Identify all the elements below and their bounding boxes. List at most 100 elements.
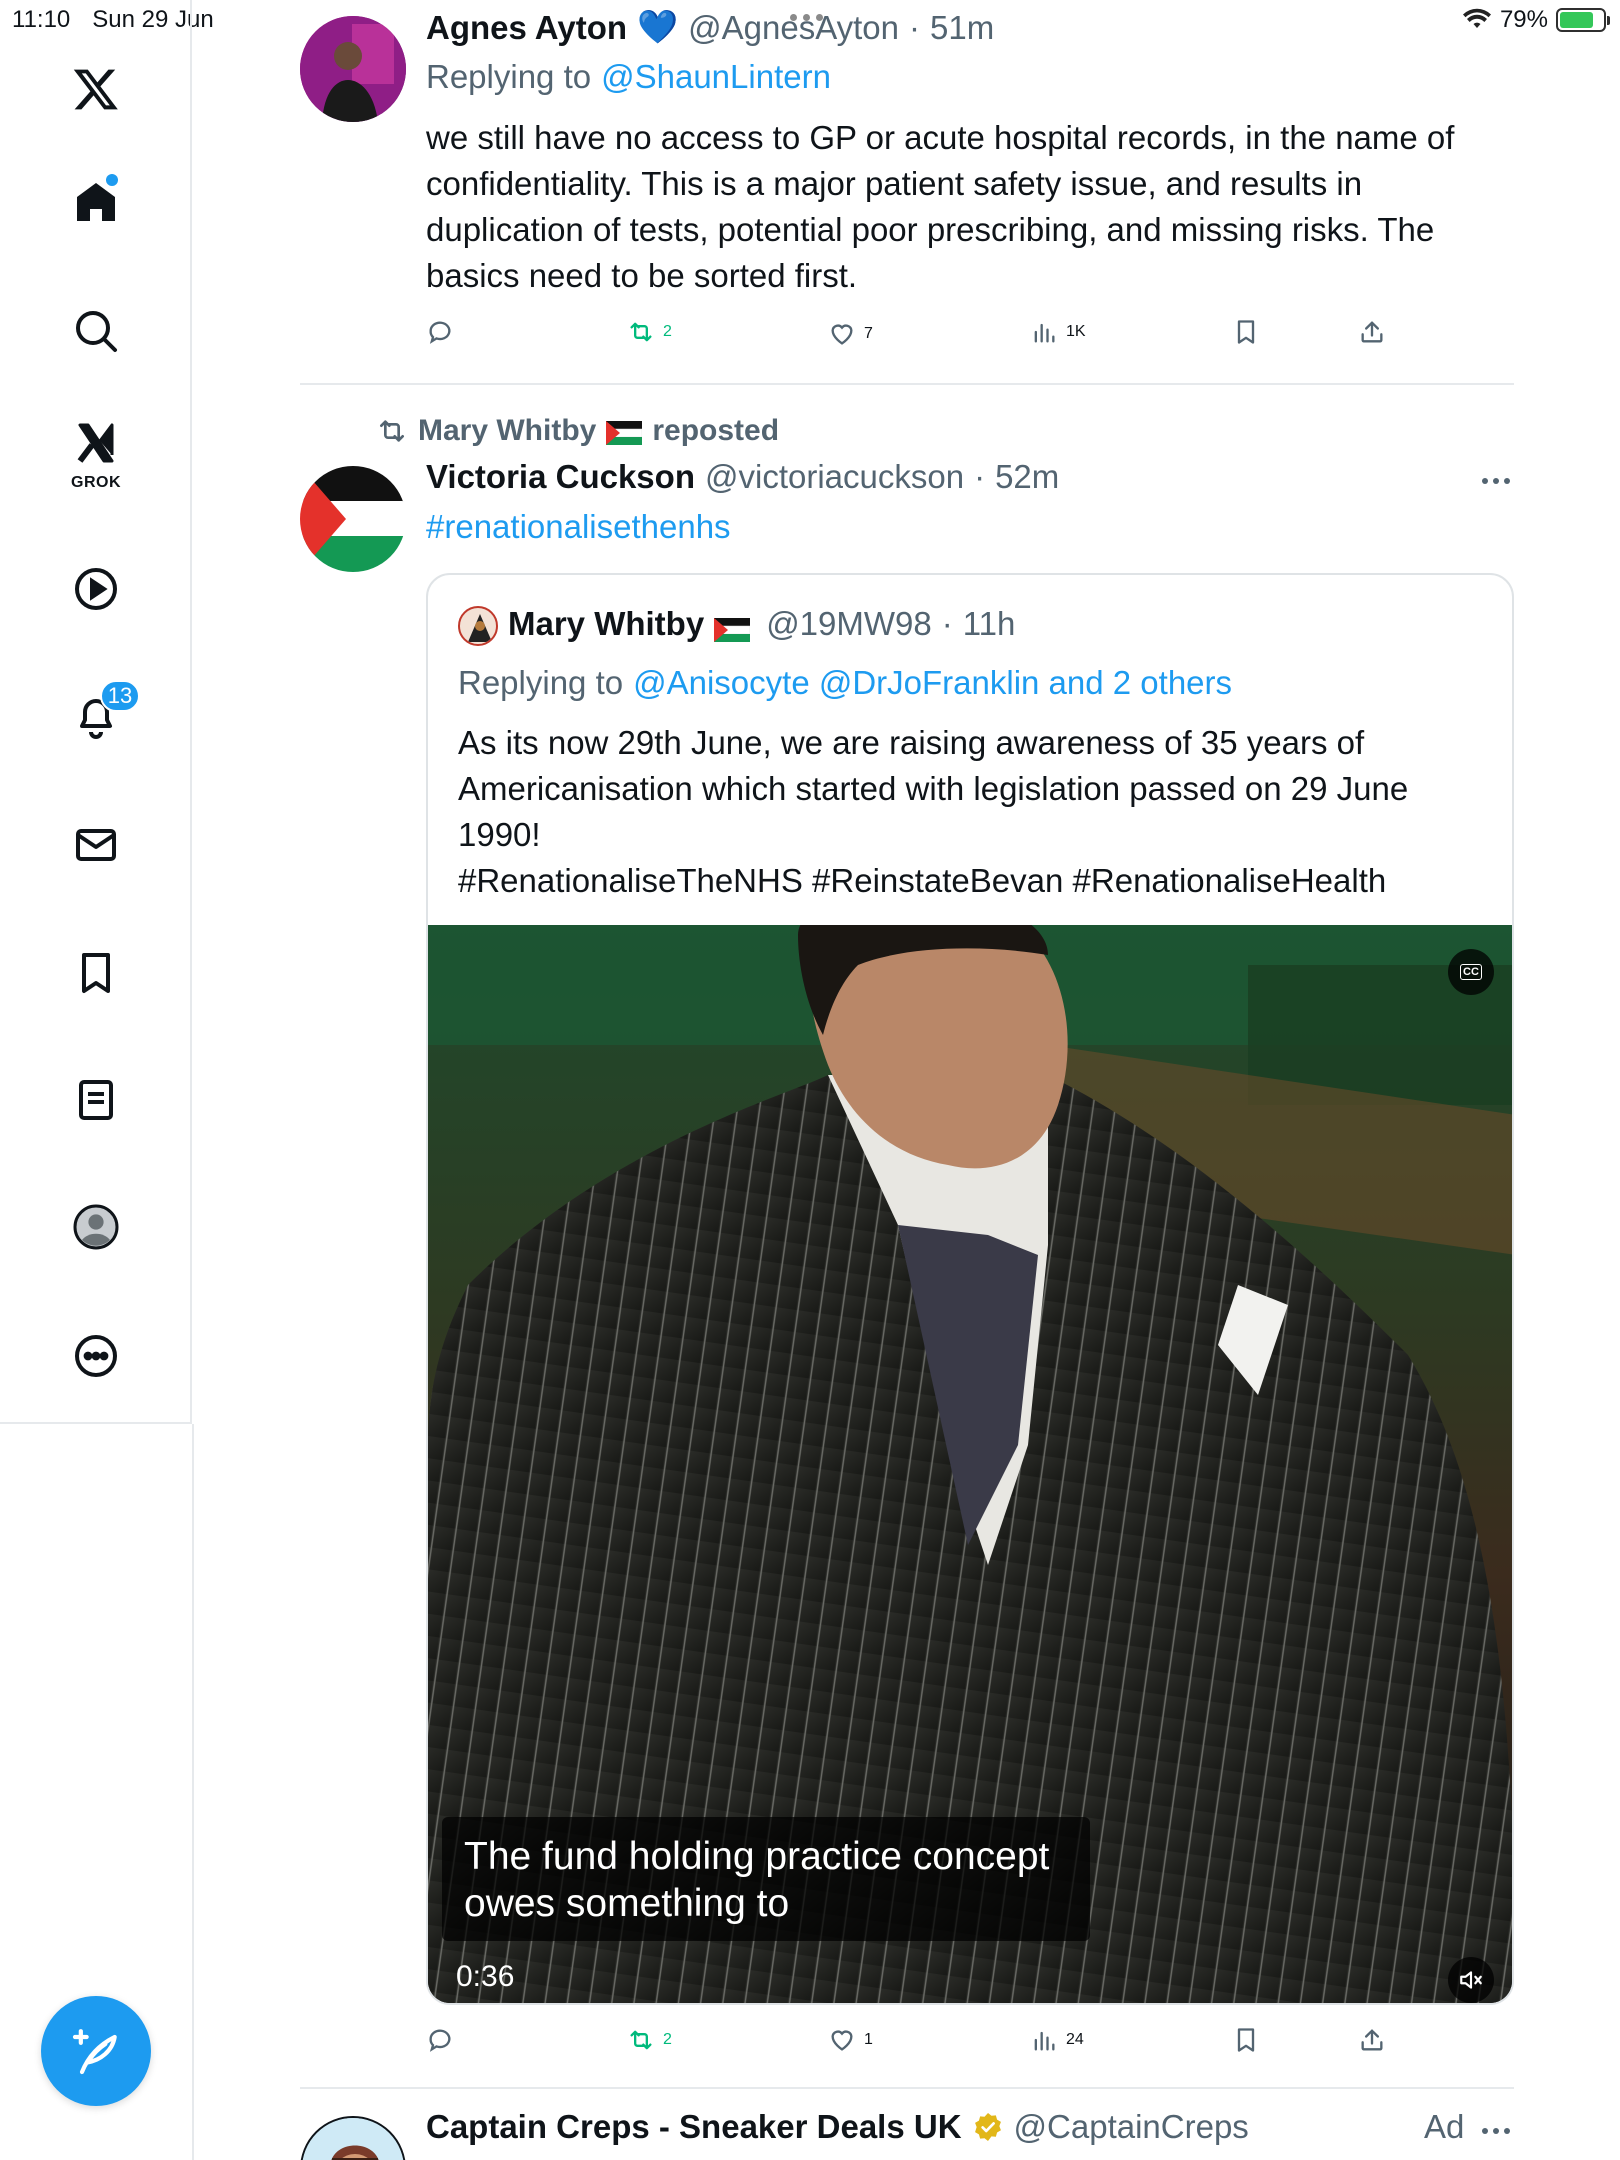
author-handle[interactable]: @AgnesAyton bbox=[688, 9, 899, 47]
author-handle[interactable]: @CaptainCreps bbox=[1014, 2108, 1249, 2146]
views-button[interactable]: 1K bbox=[1030, 318, 1086, 346]
palestine-flag-icon bbox=[713, 612, 751, 642]
tweet-divider bbox=[300, 2087, 1514, 2089]
replying-to-label: Replying to bbox=[458, 664, 624, 701]
home-icon[interactable] bbox=[56, 162, 136, 242]
quoted-tweet-card[interactable]: Mary Whitby @19MW98 · 11h Replying to @A… bbox=[426, 573, 1514, 2005]
bookmarks-icon[interactable] bbox=[56, 933, 136, 1013]
retweet-icon bbox=[630, 2030, 652, 2050]
views-chart-icon bbox=[1034, 2031, 1055, 2051]
like-count: 1 bbox=[864, 2031, 873, 2048]
reply-button[interactable] bbox=[426, 318, 454, 346]
new-posts-dot bbox=[106, 174, 118, 186]
bookmark-button[interactable] bbox=[1232, 318, 1260, 346]
retweet-count: 2 bbox=[663, 323, 672, 340]
bookmark-button[interactable] bbox=[1232, 2026, 1260, 2054]
reply-button[interactable] bbox=[426, 2026, 454, 2054]
like-count: 7 bbox=[864, 325, 873, 342]
reposter-name[interactable]: Mary Whitby bbox=[418, 414, 596, 448]
reply-icon bbox=[429, 321, 451, 344]
video-duration: 0:36 bbox=[456, 1960, 515, 1993]
x-logo-icon[interactable] bbox=[56, 49, 136, 129]
repost-icon bbox=[380, 420, 404, 442]
messages-icon[interactable] bbox=[56, 805, 136, 885]
notifications-badge: 13 bbox=[100, 680, 140, 712]
heart-icon bbox=[831, 2030, 853, 2051]
notifications-icon[interactable]: 13 bbox=[56, 676, 140, 756]
quoted-text-line: As its now 29th June, we are raising awa… bbox=[458, 724, 1365, 761]
quoted-avatar[interactable] bbox=[458, 606, 498, 646]
search-icon[interactable] bbox=[56, 291, 136, 371]
more-icon[interactable] bbox=[56, 1316, 136, 1396]
like-button[interactable]: 7 bbox=[828, 320, 873, 348]
separator: · bbox=[941, 605, 953, 642]
post-time[interactable]: 52m bbox=[995, 458, 1059, 496]
quoted-tweet-text: As its now 29th June, we are raising awa… bbox=[458, 720, 1498, 904]
quoted-author-handle[interactable]: @19MW98 bbox=[766, 605, 932, 643]
cc-label: CC bbox=[1460, 964, 1482, 980]
repost-label: reposted bbox=[652, 414, 780, 447]
more-options-icon[interactable] bbox=[1482, 2128, 1510, 2134]
retweet-button[interactable]: 2 bbox=[627, 318, 672, 346]
palestine-flag-icon bbox=[606, 419, 643, 445]
like-button[interactable]: 1 bbox=[828, 2026, 873, 2054]
retweet-button[interactable]: 2 bbox=[627, 2026, 672, 2054]
avatar[interactable] bbox=[300, 16, 406, 122]
quoted-hashtags[interactable]: #RenationaliseTheNHS #ReinstateBevan #Re… bbox=[458, 858, 1498, 904]
closed-captions-button[interactable]: CC bbox=[1448, 949, 1494, 995]
caption-line: owes something to bbox=[464, 1882, 790, 1925]
reply-icon bbox=[429, 2029, 451, 2052]
grok-label: GROK bbox=[71, 474, 121, 491]
sidebar-border bbox=[192, 1424, 194, 2160]
video-player[interactable]: CC The fund holding practice concept owe… bbox=[428, 925, 1512, 2003]
views-button[interactable]: 24 bbox=[1030, 2026, 1084, 2054]
separator: · bbox=[909, 8, 921, 46]
caption-line: The fund holding practice concept bbox=[464, 1835, 1050, 1878]
ad-label: Ad bbox=[1424, 2108, 1465, 2145]
share-icon bbox=[1361, 2029, 1383, 2051]
quoted-post-time[interactable]: 11h bbox=[963, 605, 1016, 643]
share-button[interactable] bbox=[1358, 2026, 1386, 2054]
video-icon[interactable] bbox=[56, 549, 136, 629]
avatar[interactable] bbox=[300, 2116, 406, 2160]
heart-emoji: 💙 bbox=[637, 8, 679, 45]
grok-icon[interactable]: GROK bbox=[56, 412, 136, 492]
quoted-text-line: Americanisation which started with legis… bbox=[458, 770, 1409, 807]
author-handle[interactable]: @victoriacuckson bbox=[705, 458, 964, 496]
bookmark-icon bbox=[1237, 320, 1255, 344]
share-button[interactable] bbox=[1358, 318, 1386, 346]
heart-icon bbox=[831, 324, 853, 345]
verified-gold-badge-icon bbox=[974, 2113, 1001, 2141]
share-icon bbox=[1361, 321, 1383, 343]
replying-to-label: Replying to bbox=[426, 58, 592, 95]
more-options-icon[interactable] bbox=[1482, 478, 1510, 484]
author-name[interactable]: Captain Creps - Sneaker Deals UK bbox=[426, 2108, 962, 2146]
author-name[interactable]: Victoria Cuckson bbox=[426, 458, 695, 496]
lists-icon[interactable] bbox=[56, 1060, 136, 1140]
wifi-icon bbox=[1462, 8, 1491, 28]
retweet-count: 2 bbox=[663, 2031, 672, 2048]
sidebar: GROK 13 bbox=[0, 0, 192, 1424]
quoted-author-name[interactable]: Mary Whitby bbox=[508, 605, 704, 643]
bookmark-icon bbox=[1237, 2028, 1255, 2052]
views-count: 24 bbox=[1066, 2031, 1084, 2048]
battery-percent: 79% bbox=[1499, 6, 1548, 33]
compose-feather-icon bbox=[72, 2029, 117, 2075]
replying-to-handle[interactable]: @ShaunLintern bbox=[601, 58, 831, 96]
tweet-divider bbox=[300, 383, 1514, 385]
avatar[interactable] bbox=[300, 466, 406, 572]
video-caption: The fund holding practice concept owes s… bbox=[442, 1817, 1090, 1941]
compose-button[interactable] bbox=[41, 1996, 151, 2106]
author-name[interactable]: Agnes Ayton bbox=[426, 9, 627, 47]
retweet-icon bbox=[630, 322, 652, 342]
speaker-muted-icon bbox=[1460, 1971, 1482, 1989]
views-count: 1K bbox=[1066, 323, 1086, 340]
replying-to-handles[interactable]: @Anisocyte @DrJoFranklin and 2 others bbox=[633, 664, 1232, 702]
profile-avatar-icon[interactable] bbox=[56, 1187, 136, 1267]
battery-icon bbox=[1556, 8, 1610, 32]
post-time[interactable]: 51m bbox=[930, 9, 994, 47]
mute-button[interactable] bbox=[1448, 1957, 1494, 2003]
hashtag-link[interactable]: #renationalisethenhs bbox=[426, 508, 731, 546]
separator: · bbox=[974, 458, 986, 495]
views-chart-icon bbox=[1034, 323, 1055, 343]
